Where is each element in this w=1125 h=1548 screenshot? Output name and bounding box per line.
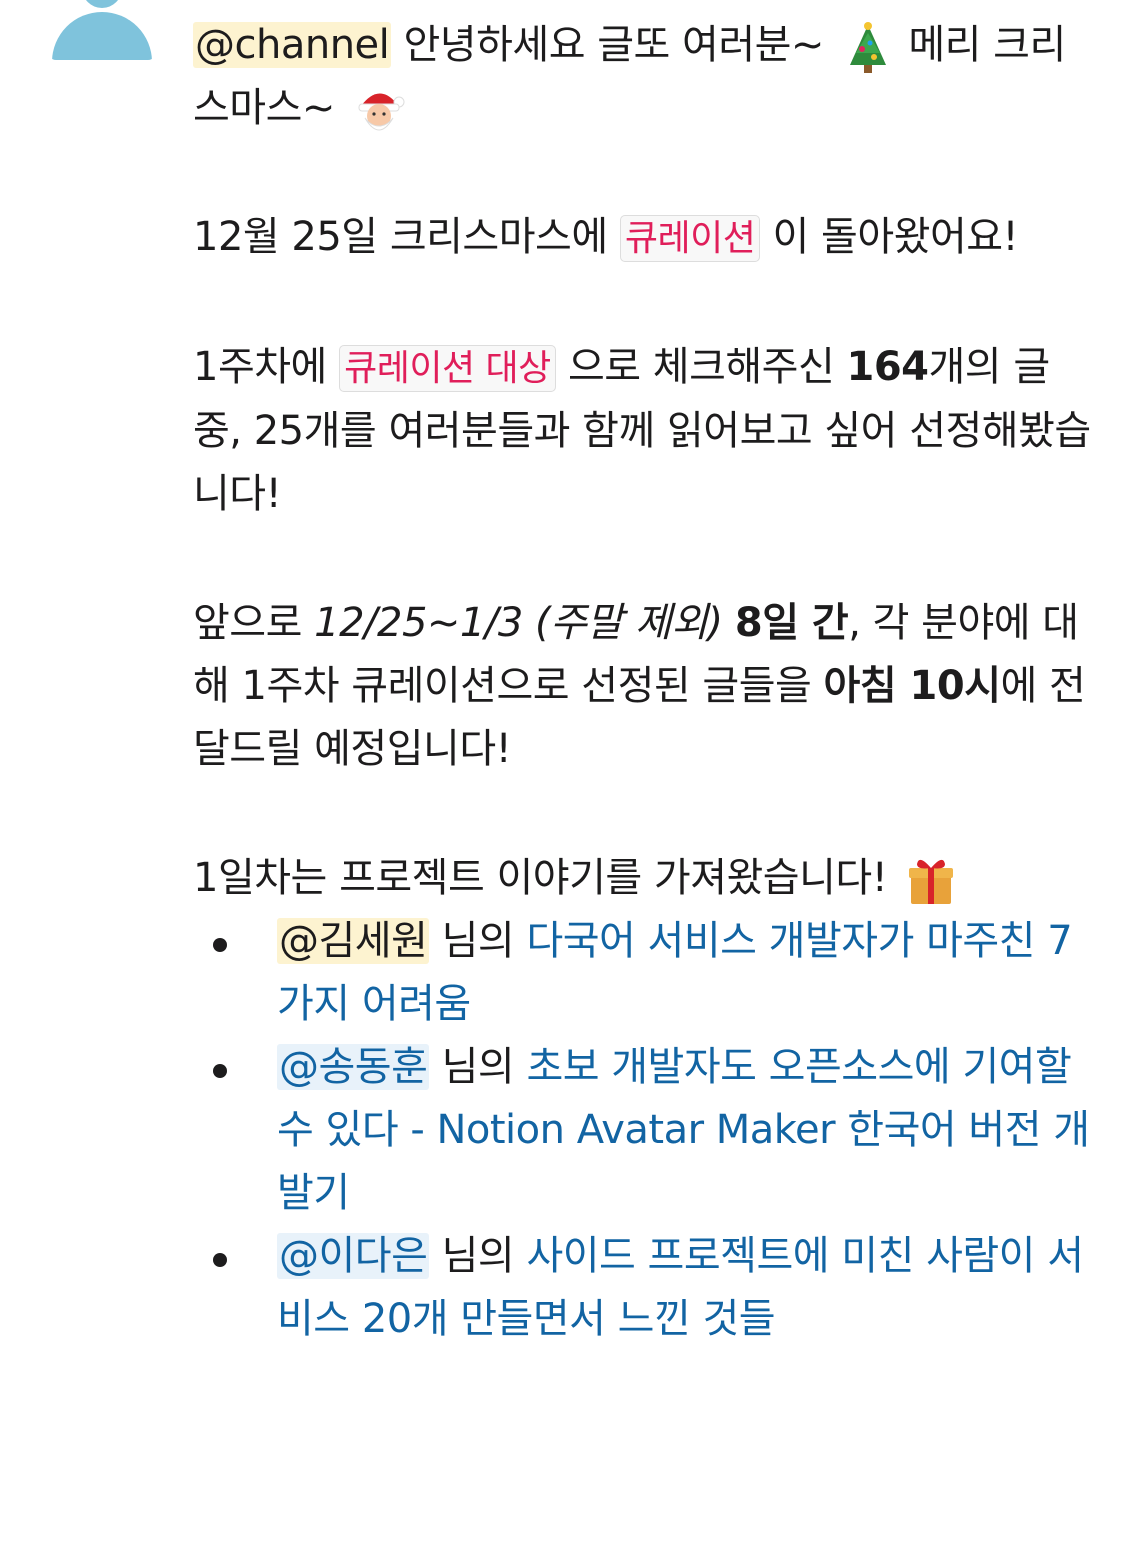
schedule-paragraph: 앞으로 12/25~1/3 (주말 제외) 8일 간, 각 분야에 대해 1주차… [193,592,1093,781]
user-mention[interactable]: @김세원 [277,918,430,964]
greeting-line: @channel 안녕하세요 글또 여러분~ 메리 크리스마스~ [193,14,1093,140]
christmas-tree-icon [840,19,896,75]
paragraph-text: 이 돌아왔어요! [760,214,1019,260]
curation-target-code-tag: 큐레이션 대상 [339,345,556,392]
avatar-shoulders-shape [52,12,152,60]
avatar[interactable] [48,0,156,60]
paragraph-text: 으로 체크해주신 [555,344,847,390]
duration: 8일 간 [734,600,849,646]
paragraph-text [723,600,735,646]
post-count: 164 [846,344,930,390]
item-text: 님의 [429,1233,527,1279]
post-list: @김세원 님의 다국어 서비스 개발자가 마주친 7가지 어려움 @송동훈 님의… [213,910,1093,1351]
list-item: @송동훈 님의 초보 개발자도 오픈소스에 기여할 수 있다 - Notion … [213,1036,1093,1225]
greeting-text: 안녕하세요 글또 여러분~ [391,22,837,68]
bullet-dot [213,1253,227,1267]
date-range: 12/25~1/3 [314,600,523,646]
avatar-head-shape [82,0,122,8]
curation-return-paragraph: 12월 25일 크리스마스에 큐레이션 이 돌아왔어요! [193,206,1093,270]
selection-paragraph: 1주차에 큐레이션 대상 으로 체크해주신 164개의 글 중, 25개를 여러… [193,336,1093,526]
message-body: @channel 안녕하세요 글또 여러분~ 메리 크리스마스~ 12월 25일… [193,14,1093,1351]
paragraph-text: 앞으로 [193,600,315,646]
list-item: @이다은 님의 사이드 프로젝트에 미친 사람이 서비스 20개 만들면서 느낀… [213,1225,1093,1351]
item-text: 님의 [429,1044,527,1090]
santa-icon [351,82,407,138]
list-item: @김세원 님의 다국어 서비스 개발자가 마주친 7가지 어려움 [213,910,1093,1036]
user-mention[interactable]: @이다은 [277,1233,430,1279]
curation-code-tag: 큐레이션 [619,215,761,262]
day-one-paragraph: 1일차는 프로젝트 이야기를 가져왔습니다! [193,847,1093,910]
paragraph-text: 1주차에 [193,344,340,390]
paragraph-text: 12월 25일 크리스마스에 [193,214,620,260]
user-mention[interactable]: @송동훈 [277,1044,430,1090]
bullet-dot [213,938,227,952]
gift-icon [903,852,959,908]
item-text: 님의 [429,918,527,964]
weekend-note: (주말 제외) [522,600,723,646]
bullet-dot [213,1064,227,1078]
delivery-time: 아침 10시 [823,663,1002,709]
channel-mention[interactable]: @channel [193,22,392,68]
paragraph-text: 1일차는 프로젝트 이야기를 가져왔습니다! [193,855,900,901]
